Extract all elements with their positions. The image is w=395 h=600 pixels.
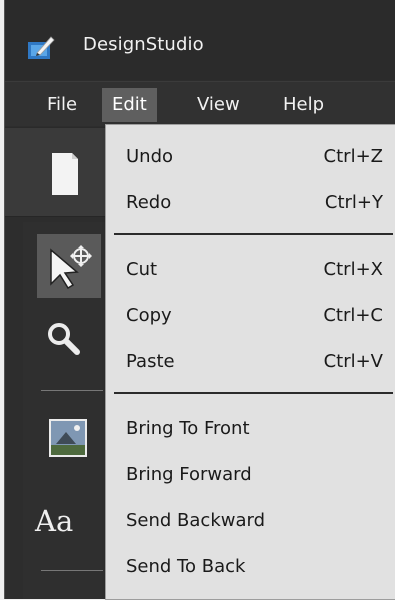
edit-dropdown-menu: Undo Ctrl+Z Redo Ctrl+Y Cut Ctrl+X Copy …	[105, 124, 395, 600]
app-window: DesignStudio File Edit View Help Aa Undo…	[4, 0, 395, 600]
menu-item-paste[interactable]: Paste Ctrl+V	[106, 343, 395, 381]
menu-item-label: Send Backward	[126, 510, 266, 531]
menu-item-label: Bring To Front	[126, 418, 250, 439]
menu-item-label: Bring Forward	[126, 464, 252, 485]
menu-item-cut[interactable]: Cut Ctrl+X	[106, 251, 395, 289]
tools-divider	[41, 390, 103, 391]
menu-separator	[114, 233, 393, 235]
menu-item-shortcut: Ctrl+X	[323, 259, 383, 280]
tools-panel: Aa	[23, 222, 105, 599]
zoom-tool-icon	[48, 323, 80, 355]
menu-help[interactable]: Help	[273, 88, 334, 122]
menu-item-shortcut: Ctrl+Y	[324, 192, 383, 213]
menu-item-label: Redo	[126, 192, 172, 213]
tools-divider	[41, 570, 103, 571]
menu-item-send-to-back[interactable]: Send To Back	[106, 548, 395, 586]
zoom-tool-button[interactable]	[43, 318, 87, 362]
menu-item-label: Send To Back	[126, 556, 246, 577]
menu-item-shortcut: Ctrl+Z	[323, 146, 383, 167]
menu-view[interactable]: View	[187, 88, 250, 122]
menu-item-shortcut: Ctrl+C	[323, 305, 383, 326]
menu-separator	[114, 392, 393, 394]
design-studio-app-icon	[28, 36, 55, 59]
menu-item-copy[interactable]: Copy Ctrl+C	[106, 297, 395, 335]
app-title: DesignStudio	[83, 34, 204, 55]
pointer-tool-button[interactable]	[37, 234, 101, 298]
menu-item-redo[interactable]: Redo Ctrl+Y	[106, 184, 395, 222]
menu-item-shortcut: Ctrl+V	[323, 351, 383, 372]
new-document-icon[interactable]	[51, 152, 79, 196]
menu-edit[interactable]: Edit	[102, 88, 157, 122]
menu-item-label: Paste	[126, 351, 175, 372]
menu-item-label: Copy	[126, 305, 172, 326]
menu-item-bring-to-front[interactable]: Bring To Front	[106, 410, 395, 448]
title-bar: DesignStudio	[5, 0, 395, 80]
menu-file[interactable]: File	[37, 88, 87, 122]
image-tool-button[interactable]	[48, 418, 88, 458]
text-tool-icon[interactable]: Aa	[35, 504, 73, 538]
menu-item-undo[interactable]: Undo Ctrl+Z	[106, 138, 395, 176]
menu-item-label: Undo	[126, 146, 174, 167]
menu-bar: File Edit View Help	[5, 81, 395, 126]
menu-item-bring-forward[interactable]: Bring Forward	[106, 456, 395, 494]
pointer-tool-icon	[50, 245, 92, 290]
menu-item-send-backward[interactable]: Send Backward	[106, 502, 395, 540]
image-tool-icon	[49, 419, 87, 457]
menu-item-label: Cut	[126, 259, 158, 280]
